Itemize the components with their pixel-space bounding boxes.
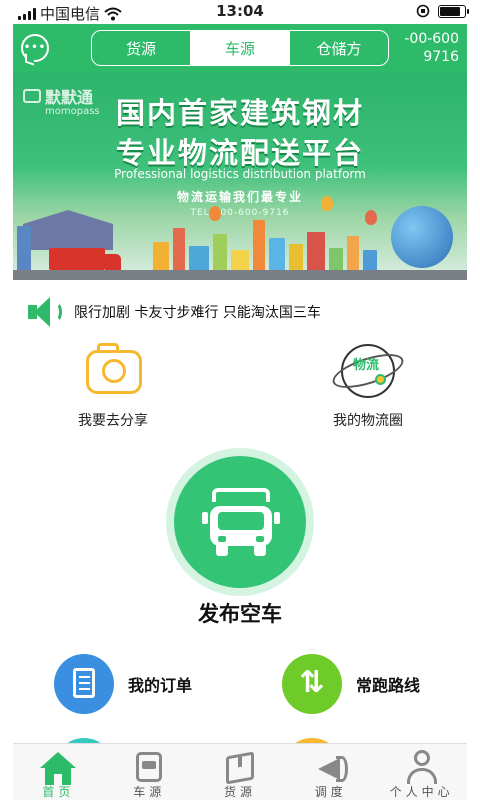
hotline[interactable]: -00-600 9716	[399, 30, 459, 66]
banner-english: Professional logistics distribution plat…	[114, 167, 366, 181]
frequent-routes-action[interactable]: ⇅ 常跑路线	[282, 654, 420, 714]
tab-vehicles-label: 车源	[133, 785, 166, 799]
tab-vehicles[interactable]: 车源	[104, 744, 195, 800]
orientation-lock-icon	[416, 4, 430, 18]
balloon-illustration	[321, 196, 333, 211]
publish-empty-truck-button[interactable]	[166, 448, 314, 596]
logistics-circle-label: 我的物流圈	[333, 413, 403, 429]
logistics-circle-icon: 物流	[328, 340, 408, 402]
hotline-line1: -00-600	[404, 31, 459, 47]
truck-cab	[105, 254, 121, 270]
camera-icon	[82, 340, 144, 402]
tab-goods-source[interactable]: 货源	[92, 31, 191, 65]
building	[153, 242, 169, 272]
logistics-circle-action[interactable]: 物流 我的物流圈	[288, 340, 448, 430]
message-dots: •••	[23, 42, 47, 53]
message-icon[interactable]: •••	[21, 34, 49, 62]
box-icon	[221, 750, 259, 786]
tab-goods-label: 货源	[223, 785, 256, 799]
truck-tab-icon	[130, 750, 168, 786]
status-bar: 中国电信 13:04	[0, 0, 480, 24]
notice-text: 限行加剧 卡友寸步难行 只能淘汰国三车	[74, 305, 321, 321]
bottom-tab-bar: 首页 车源 货源 调度 个人中心	[13, 743, 467, 800]
tab-profile-label: 个人中心	[389, 785, 454, 799]
tab-dispatch[interactable]: 调度	[285, 744, 376, 800]
tab-home[interactable]: 首页	[13, 744, 104, 800]
my-orders-action[interactable]: 我的订单	[54, 654, 192, 714]
building	[213, 234, 227, 272]
building	[189, 246, 209, 272]
document-icon	[54, 654, 114, 714]
promo-banner[interactable]: 默默通 momopass 国内首家建筑钢材 专业物流配送平台 Professio…	[13, 72, 467, 280]
building	[253, 220, 265, 272]
building	[329, 248, 343, 272]
building	[289, 244, 303, 272]
route-arrows-icon: ⇅	[282, 654, 342, 714]
my-orders-label: 我的订单	[128, 676, 193, 695]
building	[17, 226, 31, 272]
balloon-illustration	[365, 210, 377, 225]
top-header: ••• 货源 车源 仓储方 -00-600 9716	[13, 24, 467, 72]
building	[231, 250, 249, 272]
megaphone-icon	[312, 750, 350, 786]
globe-illustration	[391, 206, 453, 268]
status-right	[416, 4, 469, 18]
tab-vehicle-source[interactable]: 车源	[191, 31, 290, 65]
home-icon	[39, 750, 77, 786]
publish-label[interactable]: 发布空车	[0, 598, 480, 628]
tab-home-label: 首页	[42, 785, 75, 799]
building	[363, 250, 377, 272]
speaker-icon	[26, 294, 64, 330]
hotline-line2: 9716	[423, 49, 459, 65]
battery-icon	[438, 4, 469, 18]
tab-warehouse[interactable]: 仓储方	[290, 31, 388, 65]
tab-profile[interactable]: 个人中心	[376, 744, 467, 800]
building	[307, 232, 325, 272]
building	[269, 238, 285, 272]
tab-dispatch-label: 调度	[314, 785, 347, 799]
person-icon	[403, 750, 441, 786]
building	[347, 236, 359, 272]
segment-control: 货源 车源 仓储方	[91, 30, 389, 66]
logistics-icon-text: 物流	[352, 358, 379, 373]
road	[13, 270, 467, 280]
banner-title-line2: 专业物流配送平台	[115, 136, 364, 170]
city-illustration	[13, 196, 467, 280]
frequent-routes-label: 常跑路线	[356, 676, 421, 695]
share-action[interactable]: 我要去分享	[33, 340, 193, 430]
balloon-illustration	[209, 206, 221, 221]
notice-bar[interactable]: 限行加剧 卡友寸步难行 只能淘汰国三车	[26, 294, 466, 330]
share-label: 我要去分享	[78, 413, 148, 429]
battery-level	[440, 6, 461, 16]
truck-icon	[202, 488, 280, 560]
clock: 13:04	[216, 2, 264, 20]
tab-goods[interactable]: 货源	[195, 744, 286, 800]
warehouse-illustration	[23, 210, 113, 250]
building	[173, 228, 185, 272]
truck-illustration	[49, 248, 105, 270]
banner-title-line1: 国内首家建筑钢材	[115, 96, 364, 130]
